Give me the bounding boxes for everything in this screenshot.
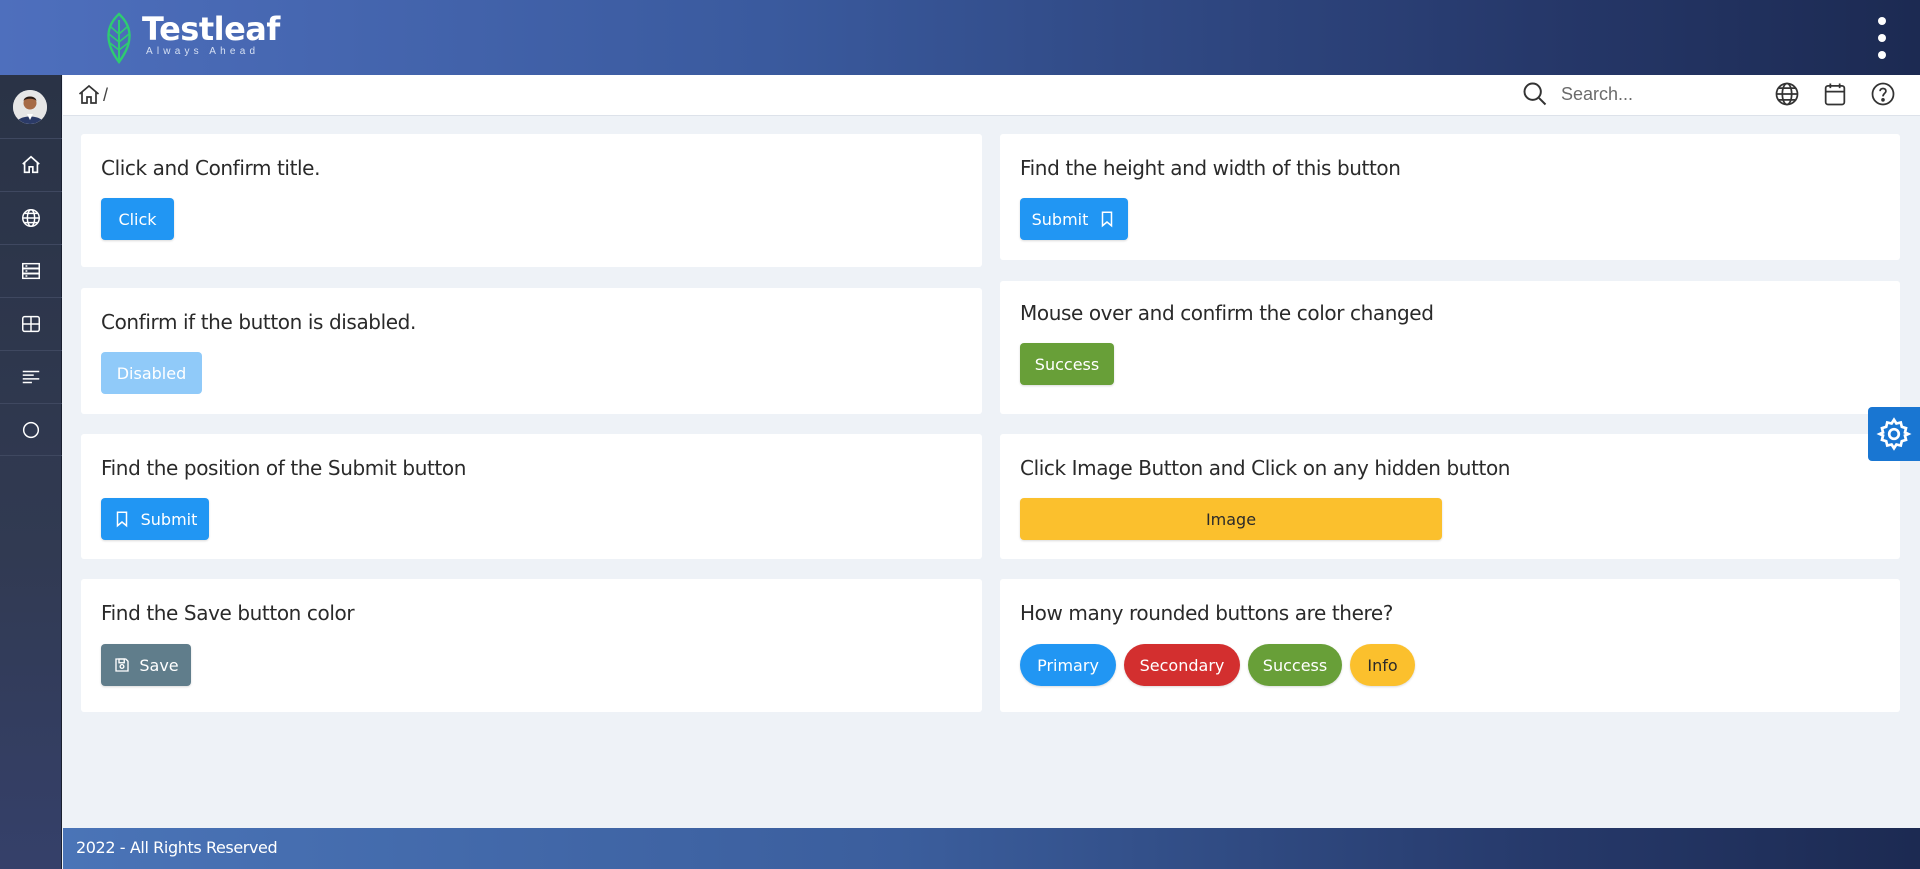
circle-icon — [22, 421, 40, 438]
card-click-confirm: Click and Confirm title. Click — [81, 134, 982, 267]
floppy-disk-icon — [115, 658, 130, 672]
align-left-icon — [22, 370, 40, 384]
submit-label: Submit — [1031, 209, 1089, 229]
card-title: Click Image Button and Click on any hidd… — [1020, 456, 1511, 480]
leaf-logo-icon — [107, 12, 131, 64]
submit-label: Submit — [140, 509, 198, 529]
sidebar-item-home[interactable] — [0, 138, 62, 191]
bookmark-icon — [116, 511, 127, 528]
kebab-menu-icon[interactable] — [1870, 17, 1894, 59]
globe-icon — [22, 209, 40, 227]
disabled-button: Disabled — [101, 352, 202, 394]
submit-button[interactable]: Submit — [1020, 198, 1128, 240]
sidebar-item-globe[interactable] — [0, 191, 62, 244]
footer: 2022 - All Rights Reserved — [63, 828, 1920, 869]
server-icon — [22, 262, 40, 280]
save-label: Save — [139, 655, 179, 675]
info-button[interactable]: Info — [1350, 644, 1415, 686]
brand-name: Testleaf — [142, 10, 280, 48]
sidebar-item-text[interactable] — [0, 350, 62, 403]
search-icon[interactable] — [1521, 80, 1549, 108]
search-input[interactable] — [1561, 79, 1761, 109]
calendar-icon[interactable] — [1821, 80, 1849, 108]
home-icon[interactable] — [77, 83, 101, 107]
sidebar-item-grid[interactable] — [0, 297, 62, 350]
card-image-button: Click Image Button and Click on any hidd… — [1000, 434, 1900, 559]
click-button[interactable]: Click — [101, 198, 174, 240]
user-avatar[interactable] — [13, 90, 47, 124]
card-title: Click and Confirm title. — [101, 156, 321, 180]
card-title: Confirm if the button is disabled. — [101, 310, 416, 334]
top-header: Testleaf Always Ahead — [0, 0, 1920, 75]
card-height-width: Find the height and width of this button… — [1000, 134, 1900, 260]
breadcrumb-separator: / — [103, 84, 109, 105]
card-save-color: Find the Save button color Save — [81, 579, 982, 712]
gear-icon — [1876, 417, 1912, 451]
sidebar-item-circle[interactable] — [0, 403, 62, 456]
card-rounded-buttons: How many rounded buttons are there? Prim… — [1000, 579, 1900, 712]
submit-button[interactable]: Submit — [101, 498, 209, 540]
image-button[interactable]: Image — [1020, 498, 1442, 540]
primary-button[interactable]: Primary — [1020, 644, 1116, 686]
toolbar: / — [63, 75, 1920, 116]
card-position: Find the position of the Submit button S… — [81, 434, 982, 559]
globe-icon[interactable] — [1773, 80, 1801, 108]
card-title: Find the position of the Submit button — [101, 456, 466, 480]
brand-logo[interactable]: Testleaf Always Ahead — [100, 12, 280, 64]
card-title: How many rounded buttons are there? — [1020, 601, 1393, 625]
card-title: Find the height and width of this button — [1020, 156, 1401, 180]
sidebar — [0, 75, 62, 869]
success-button[interactable]: Success — [1020, 343, 1114, 385]
card-title: Mouse over and confirm the color changed — [1020, 301, 1434, 325]
secondary-button[interactable]: Secondary — [1124, 644, 1240, 686]
sidebar-item-server[interactable] — [0, 244, 62, 297]
card-disabled: Confirm if the button is disabled. Disab… — [81, 288, 982, 414]
success-button[interactable]: Success — [1248, 644, 1342, 686]
card-mouse-over: Mouse over and confirm the color changed… — [1000, 281, 1900, 414]
save-button[interactable]: Save — [101, 644, 191, 686]
settings-button[interactable] — [1868, 407, 1920, 461]
bookmark-icon — [1102, 211, 1113, 228]
search-box — [1521, 79, 1761, 109]
help-icon[interactable] — [1869, 80, 1897, 108]
card-title: Find the Save button color — [101, 601, 355, 625]
footer-copyright: 2022 - All Rights Reserved — [76, 838, 278, 857]
breadcrumb: / — [77, 83, 108, 107]
home-icon — [22, 155, 40, 174]
grid-icon — [22, 315, 40, 333]
